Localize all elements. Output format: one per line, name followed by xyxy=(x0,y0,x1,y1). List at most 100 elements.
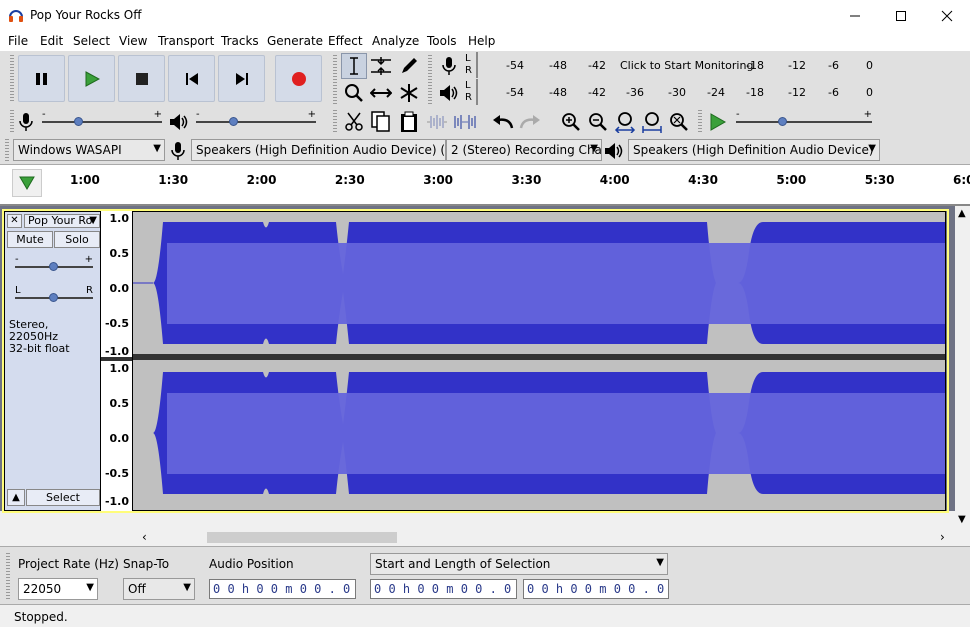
maximize-button[interactable] xyxy=(878,0,924,31)
skip-start-icon xyxy=(185,72,198,85)
slider-thumb[interactable] xyxy=(49,293,58,302)
menu-view[interactable]: View xyxy=(119,34,147,48)
audio-position-field[interactable]: 0 0 h 0 0 m 0 0 . 0 0 0 s xyxy=(209,579,356,599)
pause-button[interactable] xyxy=(18,55,65,102)
playback-meter[interactable]: -54 -48 -42 -36 -30 -24 -18 -12 -6 0 xyxy=(476,79,876,105)
skip-to-start-button[interactable] xyxy=(168,55,215,102)
play-icon xyxy=(85,70,100,87)
play-meter-tick: -6 xyxy=(828,86,839,99)
record-button[interactable] xyxy=(275,55,322,102)
undo-button[interactable] xyxy=(490,109,516,135)
copy-button[interactable] xyxy=(368,109,394,135)
draw-tool-button[interactable] xyxy=(396,53,422,79)
selection-mode-select[interactable]: Start and Length of Selection ▼ xyxy=(370,553,668,575)
horizontal-scrollbar[interactable]: ‹ › xyxy=(0,529,955,546)
scroll-up-icon[interactable]: ▲ xyxy=(958,208,966,219)
zoom-toggle-button[interactable] xyxy=(666,109,692,135)
zoom-out-icon xyxy=(589,113,607,131)
slider-thumb[interactable] xyxy=(49,262,58,271)
playback-volume-slider[interactable]: - + xyxy=(196,109,316,133)
minimize-button[interactable] xyxy=(832,0,878,31)
record-meter[interactable]: -54 -48 -42 Click to Start Monitoring -1… xyxy=(476,52,876,78)
pin-playhead-button[interactable] xyxy=(12,169,42,197)
slider-thumb[interactable] xyxy=(229,117,238,126)
speaker-icon xyxy=(440,85,458,101)
scissors-icon xyxy=(345,112,363,131)
meter-grip[interactable] xyxy=(428,55,432,105)
toolbar-grip[interactable] xyxy=(10,55,14,102)
multi-tool-button[interactable] xyxy=(396,80,422,106)
waveform-view[interactable] xyxy=(132,211,946,511)
vertical-scrollbar[interactable]: ▲ ▼ xyxy=(955,206,970,529)
play-at-speed-button[interactable] xyxy=(705,109,731,135)
playback-meter-button[interactable] xyxy=(436,80,462,106)
track-control-panel[interactable]: ✕ Pop Your Ro ▼ Mute Solo - + L R Stereo… xyxy=(4,211,101,511)
skip-to-end-button[interactable] xyxy=(218,55,265,102)
menu-tools[interactable]: Tools xyxy=(427,34,457,48)
slider-thumb[interactable] xyxy=(778,117,787,126)
tracks-area[interactable]: ✕ Pop Your Ro ▼ Mute Solo - + L R Stereo… xyxy=(0,206,955,513)
menu-help[interactable]: Help xyxy=(468,34,495,48)
play-at-speed-grip[interactable] xyxy=(698,110,702,134)
menu-generate[interactable]: Generate xyxy=(267,34,323,48)
select-track-button[interactable]: Select xyxy=(26,489,100,506)
trim-audio-button[interactable] xyxy=(424,109,450,135)
tools-grip[interactable] xyxy=(333,55,337,105)
menu-effect[interactable]: Effect xyxy=(328,34,363,48)
fit-project-button[interactable] xyxy=(639,109,665,135)
collapse-track-button[interactable]: ▲ xyxy=(7,489,25,506)
cut-button[interactable] xyxy=(341,109,367,135)
scroll-left-icon[interactable]: ‹ xyxy=(142,530,147,544)
track-name-menu[interactable]: Pop Your Ro ▼ xyxy=(24,214,100,228)
device-grip[interactable] xyxy=(5,139,9,161)
playback-speed-slider[interactable]: - + xyxy=(736,109,872,133)
paste-button[interactable] xyxy=(396,109,422,135)
time-shift-tool-button[interactable] xyxy=(368,80,394,106)
selection-start-field[interactable]: 0 0 h 0 0 m 0 0 . 0 0 0 s xyxy=(370,579,517,599)
menu-analyze[interactable]: Analyze xyxy=(372,34,419,48)
selection-length-field[interactable]: 0 0 h 0 0 m 0 0 . 0 0 0 s xyxy=(523,579,669,599)
selection-tool-button[interactable] xyxy=(341,53,367,79)
menu-transport[interactable]: Transport xyxy=(158,34,214,48)
fit-selection-button[interactable] xyxy=(612,109,638,135)
snap-to-select[interactable]: Off ▼ xyxy=(123,578,195,600)
timeline-tick-label: 1:00 xyxy=(70,173,100,187)
play-button[interactable] xyxy=(68,55,115,102)
start-monitoring-label[interactable]: Click to Start Monitoring xyxy=(618,59,756,72)
selection-grip[interactable] xyxy=(6,553,10,599)
menu-tracks[interactable]: Tracks xyxy=(221,34,259,48)
recording-device-select[interactable]: Speakers (High Definition Audio Device) … xyxy=(191,139,446,161)
menu-select[interactable]: Select xyxy=(73,34,110,48)
paste-icon xyxy=(401,111,417,132)
recording-volume-slider[interactable]: - + xyxy=(42,109,162,133)
track-name: Pop Your Ro xyxy=(28,214,93,227)
scroll-thumb[interactable] xyxy=(207,532,397,543)
project-rate-select[interactable]: 22050 ▼ xyxy=(18,578,98,600)
mute-button[interactable]: Mute xyxy=(7,231,53,248)
solo-button[interactable]: Solo xyxy=(54,231,100,248)
menu-file[interactable]: File xyxy=(8,34,28,48)
edit-grip[interactable] xyxy=(333,110,337,134)
track-gain-slider[interactable]: - + xyxy=(15,254,93,278)
stop-button[interactable] xyxy=(118,55,165,102)
audio-host-select[interactable]: Windows WASAPI ▼ xyxy=(13,139,165,161)
zoom-in-button[interactable] xyxy=(558,109,584,135)
play-meter-tick: 0 xyxy=(866,86,873,99)
recording-channels-select[interactable]: 2 (Stereo) Recording Char ▼ xyxy=(446,139,602,161)
slider-thumb[interactable] xyxy=(74,117,83,126)
record-meter-button[interactable] xyxy=(436,53,462,79)
track-pan-slider[interactable]: L R xyxy=(15,285,93,309)
scroll-right-icon[interactable]: › xyxy=(940,530,945,544)
close-button[interactable] xyxy=(924,0,970,31)
track-close-button[interactable]: ✕ xyxy=(7,214,22,228)
timeline-ruler[interactable]: 1:00 1:30 2:00 2:30 3:00 3:30 4:00 4:30 5:00 5:30… xyxy=(0,164,970,206)
playback-device-select[interactable]: Speakers (High Definition Audio Device) … xyxy=(628,139,880,161)
envelope-tool-button[interactable] xyxy=(368,53,394,79)
scroll-down-icon[interactable]: ▼ xyxy=(958,514,966,525)
silence-audio-button[interactable] xyxy=(452,109,478,135)
redo-button[interactable] xyxy=(517,109,543,135)
menu-edit[interactable]: Edit xyxy=(40,34,63,48)
mixer-grip[interactable] xyxy=(10,110,14,132)
zoom-out-button[interactable] xyxy=(585,109,611,135)
zoom-tool-button[interactable] xyxy=(341,80,367,106)
